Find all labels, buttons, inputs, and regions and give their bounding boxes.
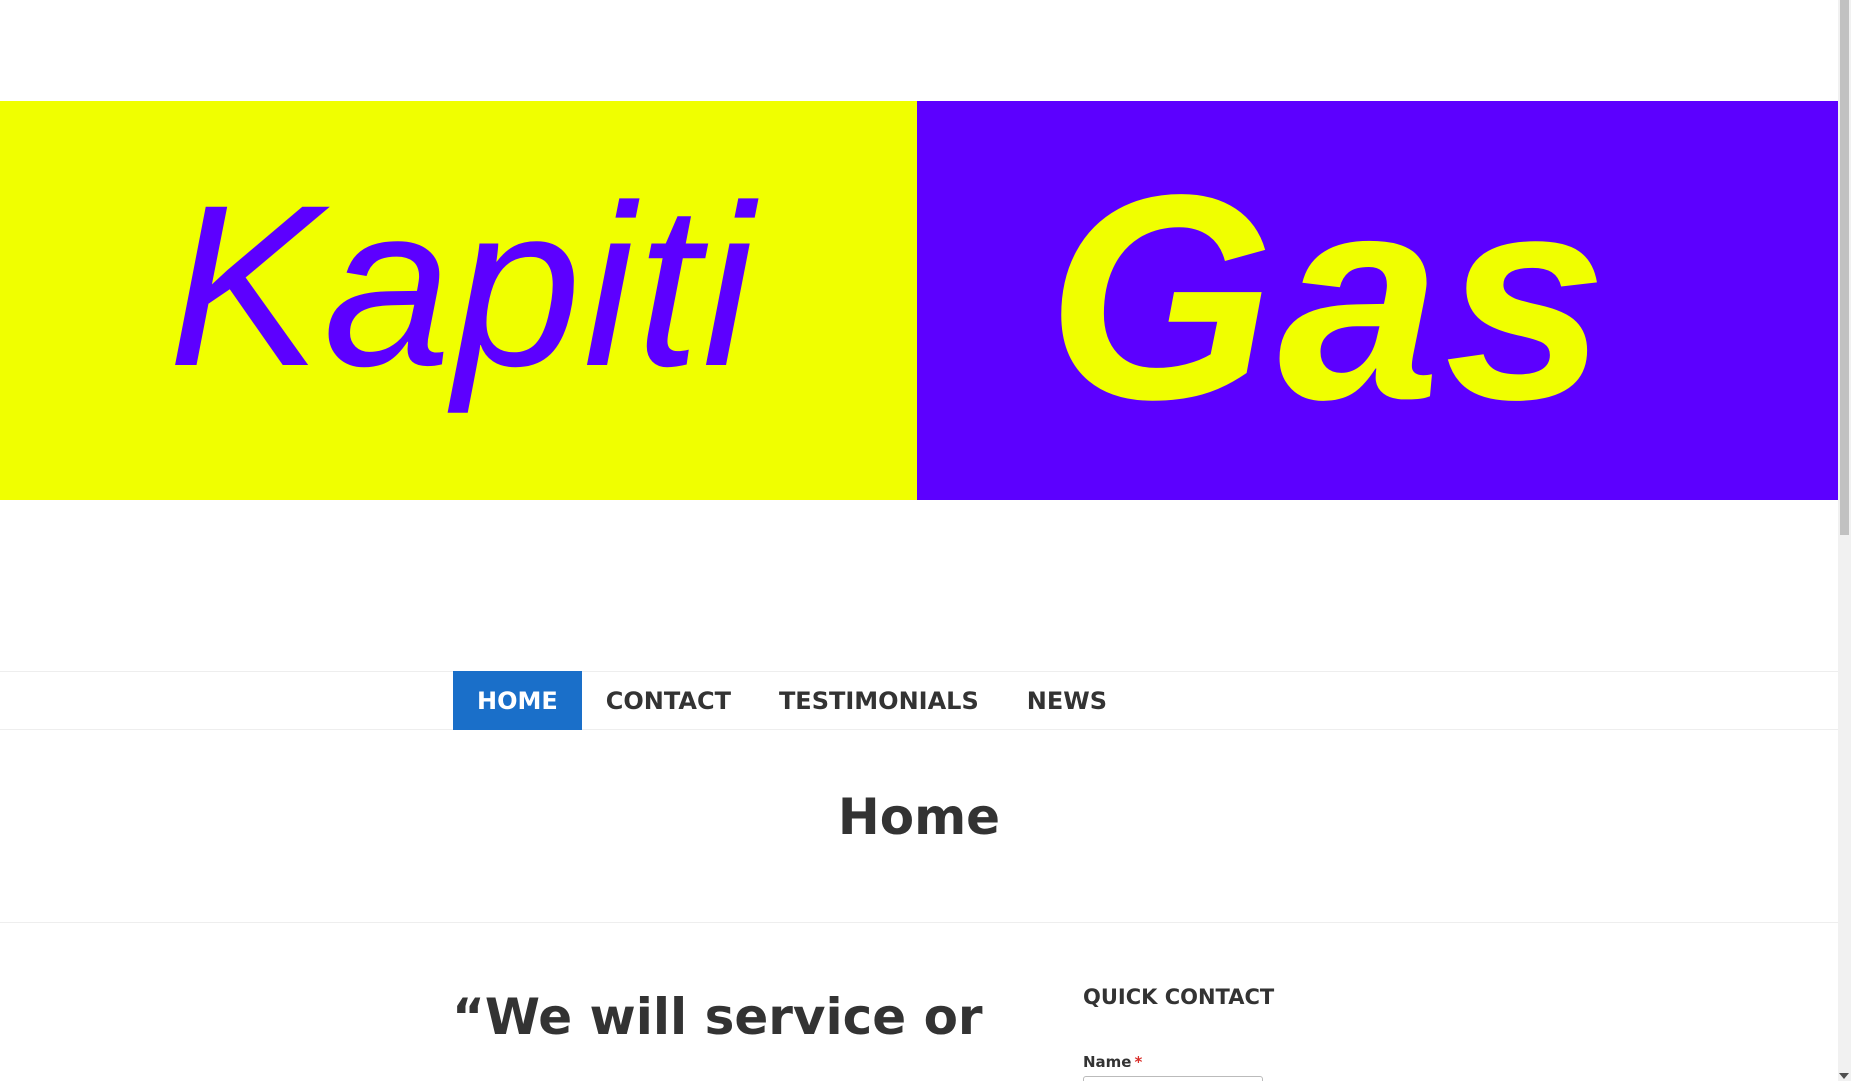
name-label-text: Name	[1083, 1053, 1132, 1071]
page-scrollbar[interactable]	[1838, 0, 1851, 1081]
main-navigation: HOME CONTACT TESTIMONIALS NEWS	[0, 671, 1838, 730]
header-banner-logo[interactable]: Kapiti Gas	[0, 101, 1838, 500]
nav-item-news[interactable]: NEWS	[1003, 671, 1131, 730]
required-marker: *	[1134, 1053, 1143, 1071]
banner-word-kapiti: Kapiti	[168, 157, 756, 414]
banner-word-gas: Gas	[1047, 134, 1611, 460]
scrollbar-thumb[interactable]	[1840, 0, 1849, 535]
nav-item-contact[interactable]: CONTACT	[582, 671, 755, 730]
intro-quote-line: “We will service or	[452, 988, 983, 1046]
quick-contact-title: QUICK CONTACT	[1083, 985, 1275, 1009]
nav-item-testimonials[interactable]: TESTIMONIALS	[755, 671, 1003, 730]
page: Kapiti Gas HOME CONTACT TESTIMONIALS NEW…	[0, 0, 1851, 1081]
scroll-down-arrow-icon[interactable]	[1839, 1073, 1849, 1079]
page-title-section: Home	[0, 730, 1838, 923]
nav-menu: HOME CONTACT TESTIMONIALS NEWS	[453, 671, 1131, 730]
intro-quote-heading: “We will service or	[452, 986, 983, 1049]
name-field[interactable]	[1083, 1076, 1263, 1081]
name-field-label: Name *	[1083, 1053, 1142, 1071]
banner-left-panel: Kapiti	[0, 101, 917, 500]
page-title: Home	[837, 788, 1001, 846]
quick-contact-widget: QUICK CONTACT Name *	[1083, 985, 1383, 1081]
nav-item-home[interactable]: HOME	[453, 671, 582, 730]
banner-right-panel: Gas	[917, 101, 1838, 500]
